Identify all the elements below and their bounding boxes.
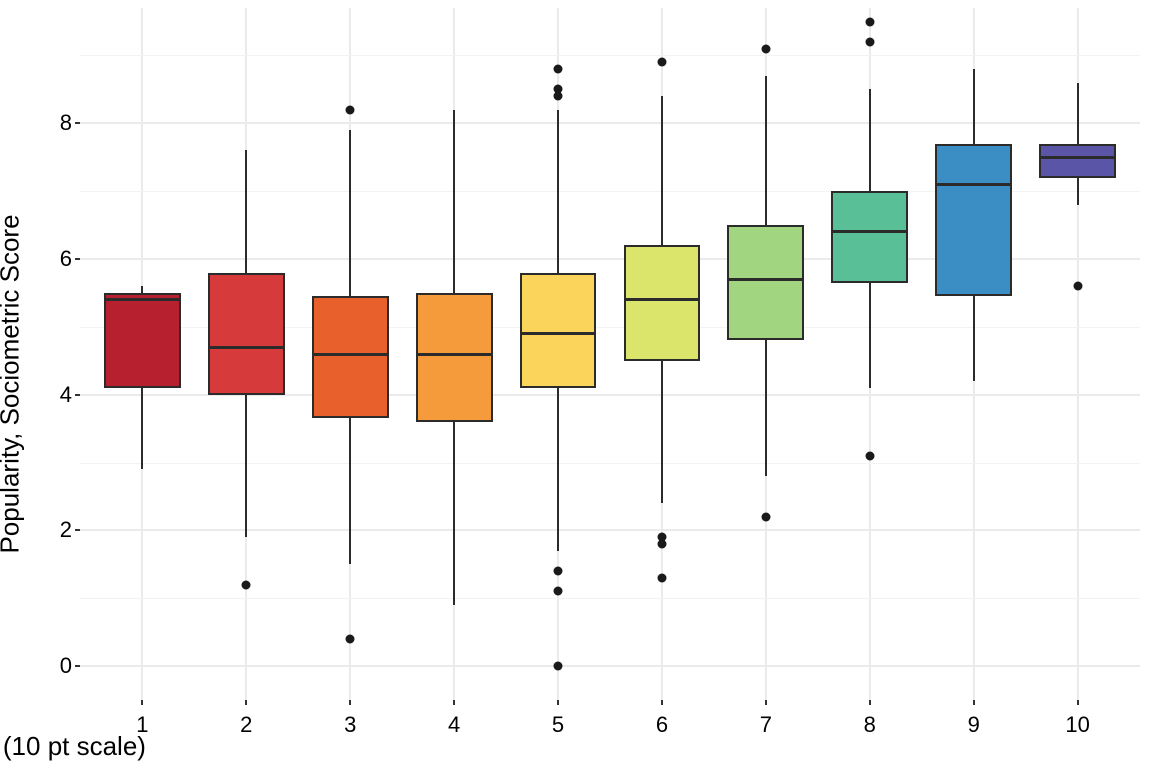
median-line — [104, 298, 181, 301]
box-group — [1039, 8, 1116, 700]
y-tick-mark — [75, 529, 80, 531]
median-line — [935, 183, 1012, 186]
x-tick-mark — [245, 700, 247, 705]
outlier-point — [346, 105, 355, 114]
x-tick-mark — [349, 700, 351, 705]
x-tick-mark — [869, 700, 871, 705]
y-tick-mark — [75, 258, 80, 260]
outlier-point — [865, 17, 874, 26]
gridline-v-minor — [506, 8, 507, 9]
x-tick-label: 5 — [552, 712, 564, 738]
x-tick-mark — [1077, 700, 1079, 705]
median-line — [624, 298, 701, 301]
outlier-point — [242, 580, 251, 589]
y-tick-mark — [75, 394, 80, 396]
outlier-point — [554, 567, 563, 576]
y-tick-label: 6 — [60, 246, 72, 272]
outlier-point — [865, 451, 874, 460]
plot-area — [80, 8, 1140, 700]
box-group — [831, 8, 908, 700]
box — [520, 273, 597, 388]
x-tick-label: 7 — [760, 712, 772, 738]
gridline-v-minor — [610, 8, 611, 9]
x-tick-mark — [973, 700, 975, 705]
x-tick-mark — [557, 700, 559, 705]
x-tick-label: 1 — [136, 712, 148, 738]
box — [416, 293, 493, 422]
outlier-point — [761, 44, 770, 53]
y-axis-label: Popularity, Sociometric Score — [0, 214, 26, 553]
outlier-point — [554, 65, 563, 74]
box-group — [416, 8, 493, 700]
outlier-point — [865, 37, 874, 46]
box-group — [208, 8, 285, 700]
gridline-v-minor — [1026, 8, 1027, 9]
median-line — [208, 346, 285, 349]
gridline-v-minor — [922, 8, 923, 9]
outlier-point — [1073, 282, 1082, 291]
outlier-point — [554, 85, 563, 94]
x-tick-mark — [141, 700, 143, 705]
box-group — [935, 8, 1012, 700]
box — [831, 191, 908, 283]
median-line — [1039, 156, 1116, 159]
x-tick-label: 6 — [656, 712, 668, 738]
box-group — [727, 8, 804, 700]
y-tick-label: 8 — [60, 110, 72, 136]
gridline-v-minor — [194, 8, 195, 9]
box — [1039, 144, 1116, 178]
box — [727, 225, 804, 340]
median-line — [831, 230, 908, 233]
median-line — [520, 332, 597, 335]
x-tick-label: 9 — [968, 712, 980, 738]
box-group — [520, 8, 597, 700]
box-group — [624, 8, 701, 700]
outlier-point — [346, 634, 355, 643]
box — [935, 144, 1012, 297]
y-tick-label: 4 — [60, 382, 72, 408]
x-tick-label: 3 — [344, 712, 356, 738]
median-line — [312, 353, 389, 356]
x-tick-label: 2 — [240, 712, 252, 738]
x-tick-mark — [453, 700, 455, 705]
y-tick-label: 0 — [60, 653, 72, 679]
outlier-point — [657, 58, 666, 67]
x-tick-mark — [765, 700, 767, 705]
x-tick-mark — [661, 700, 663, 705]
y-tick-label: 2 — [60, 517, 72, 543]
outlier-point — [761, 512, 770, 521]
outlier-point — [554, 662, 563, 671]
outlier-point — [657, 533, 666, 542]
boxplot-chart: Popularity, Sociometric Score extroversi… — [0, 0, 1152, 768]
outlier-point — [554, 587, 563, 596]
median-line — [416, 353, 493, 356]
median-line — [727, 278, 804, 281]
x-tick-label: 4 — [448, 712, 460, 738]
gridline-v-minor — [402, 8, 403, 9]
box — [624, 245, 701, 360]
x-tick-label: 8 — [864, 712, 876, 738]
gridline-v-minor — [298, 8, 299, 9]
gridline-v-minor — [714, 8, 715, 9]
box — [312, 296, 389, 418]
y-tick-mark — [75, 122, 80, 124]
x-tick-label: 10 — [1065, 712, 1089, 738]
box-group — [312, 8, 389, 700]
gridline-v-minor — [818, 8, 819, 9]
x-axis-label: extroversion (10 pt scale) — [0, 731, 146, 762]
box — [104, 293, 181, 388]
outlier-point — [657, 573, 666, 582]
box-group — [104, 8, 181, 700]
box — [208, 273, 285, 395]
y-tick-mark — [75, 665, 80, 667]
